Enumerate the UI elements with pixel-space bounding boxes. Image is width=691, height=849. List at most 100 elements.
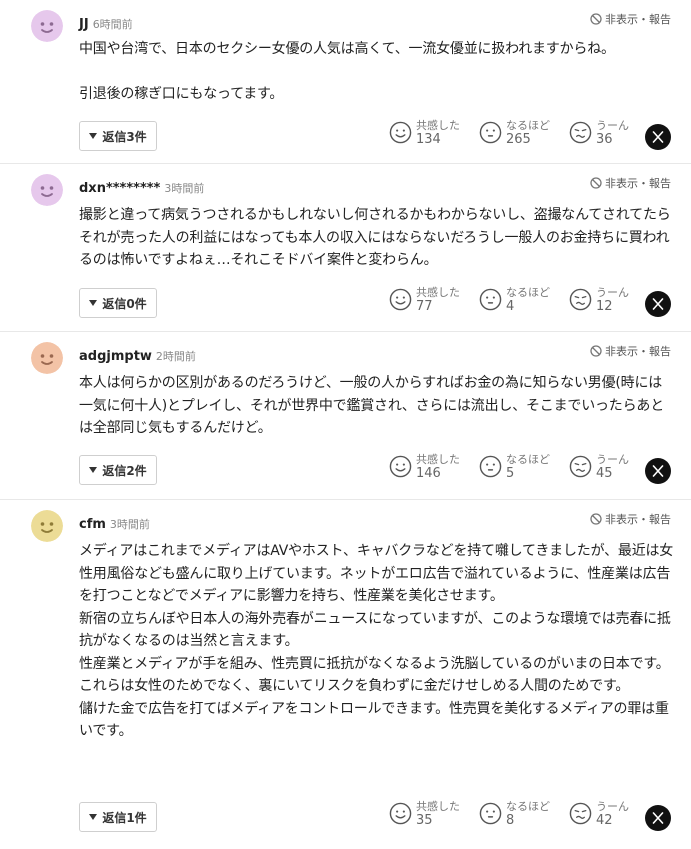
empathy-button[interactable]: 共感した 35 [389, 801, 460, 829]
reply-count-label: 返信0件 [102, 296, 147, 311]
timestamp: 3時間前 [164, 182, 205, 195]
uun-count: 36 [596, 132, 613, 147]
hide-report-button[interactable]: 非表示・報告 [590, 11, 671, 27]
hide-report-label: 非表示・報告 [605, 345, 671, 358]
reply-count-label: 返信1件 [102, 810, 147, 825]
x-logo-icon [652, 298, 664, 310]
triangle-down-icon [89, 467, 98, 473]
x-logo-icon [652, 812, 664, 824]
naruhodo-count: 5 [506, 466, 515, 481]
empathy-button[interactable]: 共感した 134 [389, 120, 460, 148]
hide-report-label: 非表示・報告 [605, 513, 671, 526]
uun-count: 45 [596, 466, 613, 481]
username[interactable]: adgjmptw [79, 349, 152, 364]
triangle-down-icon [89, 133, 98, 139]
uun-button[interactable]: うーん 36 [569, 120, 629, 148]
empathy-label: 共感した [416, 800, 460, 813]
uun-label: うーん [596, 286, 629, 299]
username[interactable]: JJ [79, 17, 89, 32]
username[interactable]: dxn******** [79, 181, 160, 196]
x-logo-icon [652, 465, 664, 477]
empathy-button[interactable]: 共感した 77 [389, 287, 460, 315]
x-share-button[interactable] [645, 124, 671, 150]
naruhodo-button[interactable]: なるほど 4 [479, 287, 550, 315]
hide-report-button[interactable]: 非表示・報告 [590, 343, 671, 359]
reply-count-label: 返信2件 [102, 463, 147, 478]
naruhodo-count: 4 [506, 299, 515, 314]
hide-report-button[interactable]: 非表示・報告 [590, 175, 671, 191]
uun-label: うーん [596, 119, 629, 132]
comment-item: JJ 6時間前 非表示・報告 中国や台湾で、日本のセクシー女優の人気は高くて、一流… [0, 0, 691, 164]
hide-icon [590, 513, 602, 525]
thinking-face-icon [479, 802, 502, 825]
empathy-label: 共感した [416, 453, 460, 466]
x-share-button[interactable] [645, 458, 671, 484]
avatar[interactable] [31, 342, 63, 374]
naruhodo-label: なるほど [506, 800, 550, 813]
uun-count: 12 [596, 299, 613, 314]
comment-item: adgjmptw 2時間前 非表示・報告 本人は何らかの区別があるのだろうけど、一… [0, 332, 691, 500]
confused-face-icon [569, 802, 592, 825]
confused-face-icon [569, 455, 592, 478]
timestamp: 3時間前 [109, 518, 150, 531]
naruhodo-label: なるほど [506, 119, 550, 132]
naruhodo-label: なるほど [506, 286, 550, 299]
comment-body: 本人は何らかの区別があるのだろうけど、一般の人からすればお金の為に知らない男優(… [79, 375, 664, 436]
comment-feed: JJ 6時間前 非表示・報告 中国や台湾で、日本のセクシー女優の人気は高くて、一流… [0, 0, 691, 849]
avatar[interactable] [31, 510, 63, 542]
reply-toggle-button[interactable]: 返信0件 [79, 288, 157, 318]
reply-toggle-button[interactable]: 返信3件 [79, 121, 157, 151]
avatar[interactable] [31, 10, 63, 42]
uun-label: うーん [596, 453, 629, 466]
thinking-face-icon [479, 455, 502, 478]
comment-header: cfm 3時間前 [79, 513, 150, 532]
timestamp: 2時間前 [155, 350, 196, 363]
uun-button[interactable]: うーん 42 [569, 801, 629, 829]
reply-count-label: 返信3件 [102, 129, 147, 144]
comment-header: adgjmptw 2時間前 [79, 345, 196, 364]
x-share-button[interactable] [645, 805, 671, 831]
uun-count: 42 [596, 813, 613, 828]
naruhodo-button[interactable]: なるほど 5 [479, 454, 550, 482]
x-share-button[interactable] [645, 291, 671, 317]
empathy-button[interactable]: 共感した 146 [389, 454, 460, 482]
reply-toggle-button[interactable]: 返信2件 [79, 455, 157, 485]
triangle-down-icon [89, 300, 98, 306]
naruhodo-count: 8 [506, 813, 515, 828]
hide-report-label: 非表示・報告 [605, 177, 671, 190]
empathy-label: 共感した [416, 119, 460, 132]
triangle-down-icon [89, 814, 98, 820]
empathy-count: 146 [416, 466, 441, 481]
uun-label: うーん [596, 800, 629, 813]
comment-item: dxn******** 3時間前 非表示・報告 撮影と違って病気うつされるかもしれ… [0, 164, 691, 332]
comment-body: 撮影と違って病気うつされるかもしれないし何されるかもわからないし、盗撮なんてされ… [79, 207, 671, 268]
comment-header: JJ 6時間前 [79, 13, 133, 32]
naruhodo-label: なるほど [506, 453, 550, 466]
uun-button[interactable]: うーん 45 [569, 454, 629, 482]
comment-header: dxn******** 3時間前 [79, 177, 205, 196]
naruhodo-button[interactable]: なるほど 8 [479, 801, 550, 829]
naruhodo-button[interactable]: なるほど 265 [479, 120, 550, 148]
smile-face-icon [389, 455, 412, 478]
smile-face-icon [389, 288, 412, 311]
empathy-count: 77 [416, 299, 433, 314]
confused-face-icon [569, 121, 592, 144]
empathy-label: 共感した [416, 286, 460, 299]
empathy-count: 35 [416, 813, 433, 828]
avatar[interactable] [31, 174, 63, 206]
reply-toggle-button[interactable]: 返信1件 [79, 802, 157, 832]
username[interactable]: cfm [79, 517, 106, 532]
comment-body: 中国や台湾で、日本のセクシー女優の人気は高くて、一流女優並に扱われますからね。 … [79, 41, 615, 102]
timestamp: 6時間前 [92, 18, 133, 31]
hide-icon [590, 177, 602, 189]
uun-button[interactable]: うーん 12 [569, 287, 629, 315]
confused-face-icon [569, 288, 592, 311]
thinking-face-icon [479, 288, 502, 311]
hide-icon [590, 345, 602, 357]
comment-item: cfm 3時間前 非表示・報告 メディアはこれまでメディアはAVやホスト、キャバク… [0, 500, 691, 849]
thinking-face-icon [479, 121, 502, 144]
smile-face-icon [389, 121, 412, 144]
x-logo-icon [652, 131, 664, 143]
smile-face-icon [389, 802, 412, 825]
hide-report-button[interactable]: 非表示・報告 [590, 511, 671, 527]
